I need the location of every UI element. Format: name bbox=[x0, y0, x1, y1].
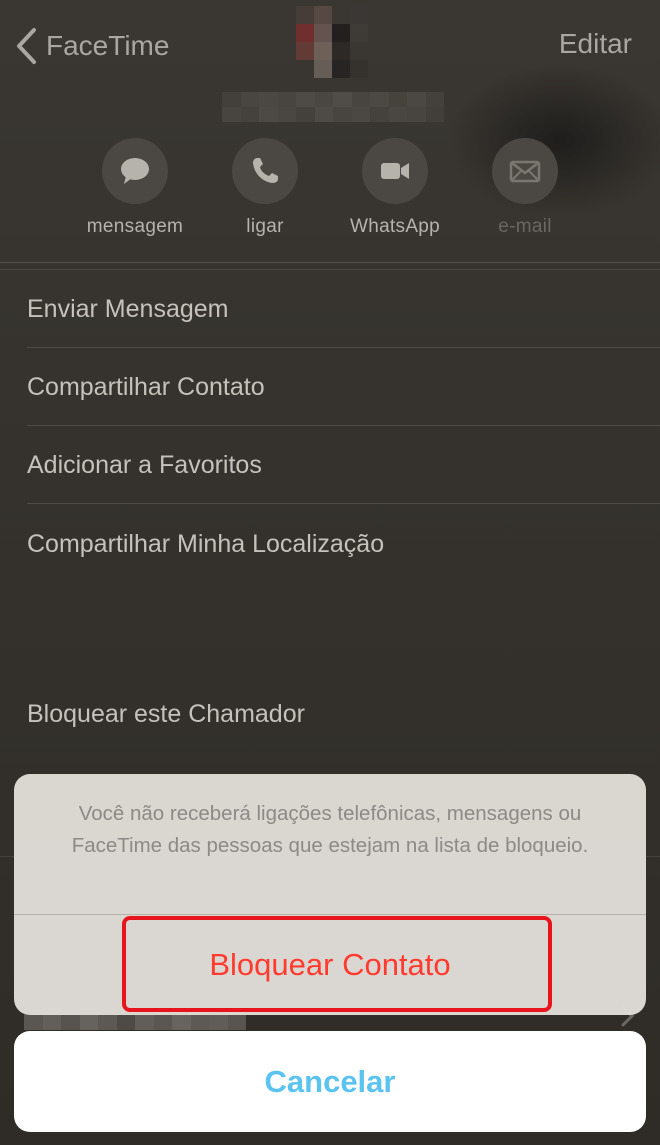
share-contact-item[interactable]: Compartilhar Contato bbox=[27, 348, 660, 426]
edit-button[interactable]: Editar bbox=[559, 28, 632, 60]
email-action[interactable]: e-mail bbox=[460, 138, 590, 238]
whatsapp-action-label: WhatsApp bbox=[349, 216, 441, 237]
message-bubble-icon bbox=[121, 158, 149, 184]
send-message-item[interactable]: Enviar Mensagem bbox=[27, 270, 660, 348]
divider bbox=[0, 262, 660, 263]
message-action-label: mensagem bbox=[86, 216, 184, 237]
whatsapp-action[interactable]: WhatsApp bbox=[330, 138, 460, 238]
avatar bbox=[296, 6, 368, 78]
message-action[interactable]: mensagem bbox=[70, 138, 200, 238]
call-action-label: ligar bbox=[246, 216, 284, 237]
mail-icon bbox=[509, 160, 541, 183]
quick-actions: mensagem ligar WhatsApp e-mail bbox=[70, 138, 590, 248]
call-action[interactable]: ligar bbox=[200, 138, 330, 238]
action-sheet-message: Você não receberá ligações telefônicas, … bbox=[71, 802, 589, 857]
share-location-item[interactable]: Compartilhar Minha Localização bbox=[27, 505, 660, 583]
redacted-row bbox=[24, 1014, 246, 1030]
block-contact-button[interactable]: Bloquear Contato bbox=[14, 915, 646, 1015]
add-favorites-item[interactable]: Adicionar a Favoritos bbox=[27, 426, 660, 504]
video-camera-icon bbox=[381, 163, 409, 179]
cancel-button[interactable]: Cancelar bbox=[14, 1031, 646, 1132]
divider bbox=[27, 503, 660, 504]
chevron-left-icon bbox=[17, 28, 36, 64]
action-sheet: Você não receberá ligações telefônicas, … bbox=[14, 774, 646, 1015]
back-label: FaceTime bbox=[46, 30, 170, 61]
phone-icon bbox=[253, 158, 278, 183]
contact-name-redacted bbox=[222, 92, 444, 122]
back-button[interactable]: FaceTime bbox=[14, 24, 169, 68]
block-caller-item[interactable]: Bloquear este Chamador bbox=[27, 700, 305, 729]
email-action-label: e-mail bbox=[498, 216, 552, 237]
